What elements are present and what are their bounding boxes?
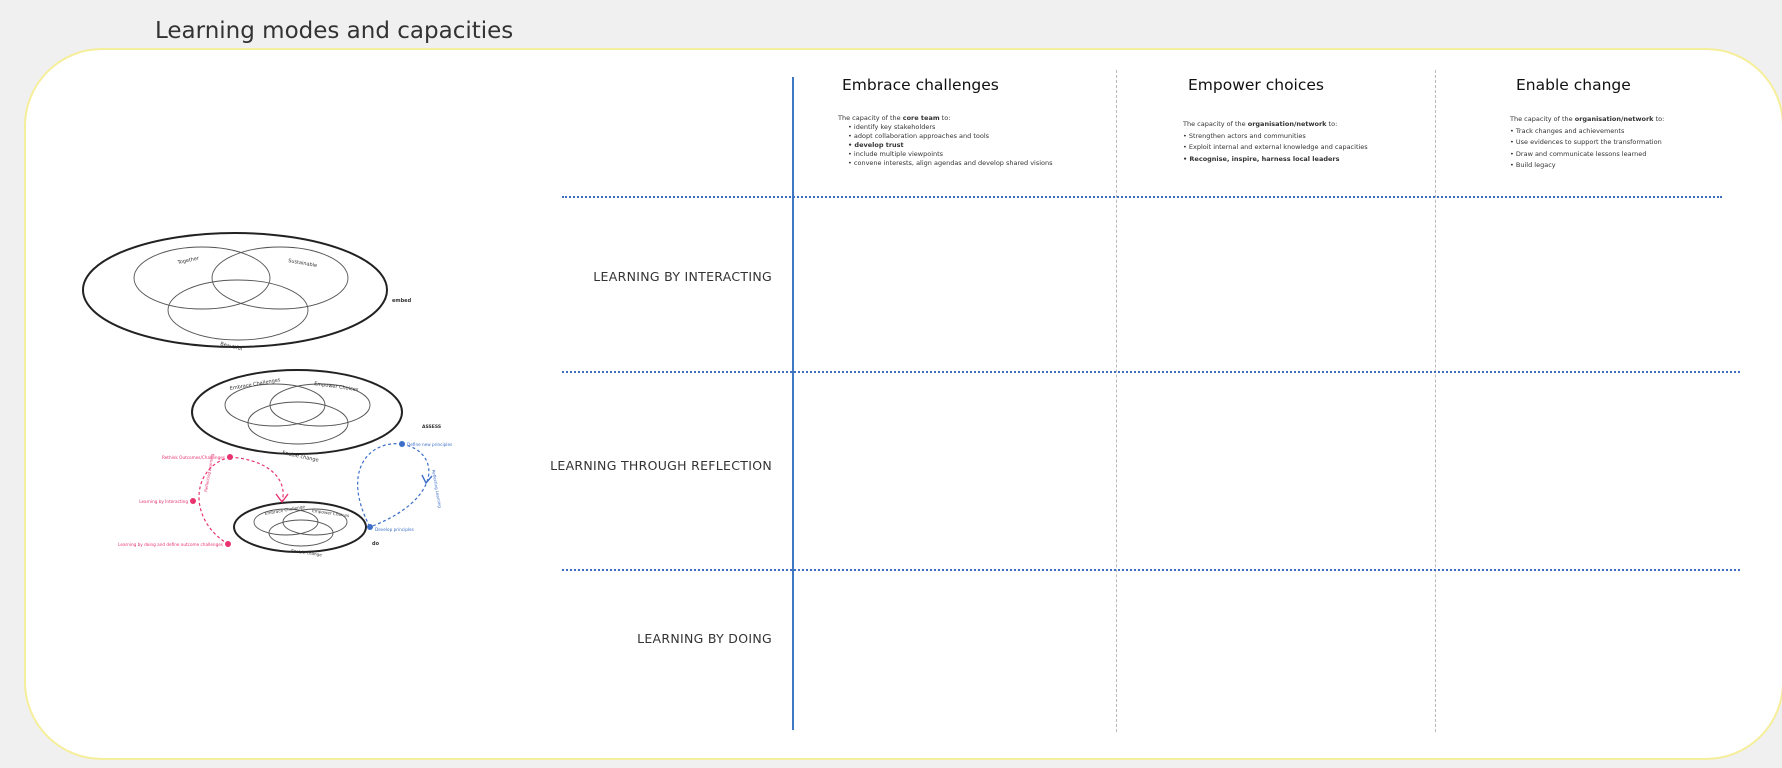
board-title: Learning modes and capacities: [155, 18, 514, 44]
learning-cycle-diagram[interactable]: Together Sustainable Beautiful embed Emb…: [70, 230, 490, 590]
row-label-interacting: LEARNING BY INTERACTING: [593, 269, 772, 284]
list-item: Use evidences to support the transformat…: [1510, 137, 1740, 149]
blue-arc-label: Reflecting Learning: [431, 469, 443, 508]
middle-label-2: Empower Choices: [314, 381, 359, 393]
column-text-embrace: The capacity of the core team to: identi…: [838, 114, 1098, 168]
middle-ellipse-group: Embrace Challenges Empower Choices Enabl…: [191, 369, 441, 464]
list-item: adopt collaboration approaches and tools: [838, 132, 1098, 141]
middle-label-3: Enable change: [282, 450, 319, 464]
list-item: Recognise, inspire, harness local leader…: [1183, 154, 1413, 166]
top-label-3: Beautiful: [220, 341, 243, 352]
bottom-label-3: Enable change: [291, 548, 323, 557]
middle-outer-label: ASSESS: [422, 424, 441, 430]
column-header-enable: Enable change: [1516, 76, 1631, 94]
bottom-outer-label: do: [372, 541, 380, 547]
list-item: Draw and communicate lessons learned: [1510, 149, 1740, 161]
middle-label-1: Embrace Challenges: [229, 377, 281, 392]
pink-cycle: Rethink Outcomes/Challenges Learning by …: [118, 453, 289, 547]
column-intro: The capacity of the core team to:: [838, 114, 951, 122]
pink-label-3: Learning by doing and define outcome cha…: [118, 542, 223, 547]
top-outer-label: embed: [392, 298, 412, 304]
row-divider-3: [562, 569, 1740, 571]
column-intro: The capacity of the organisation/network…: [1510, 115, 1665, 123]
top-label-1: Together: [176, 255, 200, 266]
list-item: Track changes and achievements: [1510, 126, 1740, 138]
list-item: develop trust: [838, 141, 1098, 150]
row-divider-2: [562, 371, 1740, 373]
pink-label-2: Learning by Interacting: [139, 499, 188, 504]
column-header-empower: Empower choices: [1188, 76, 1324, 94]
row-divider-1: [562, 196, 1722, 198]
list-item: Strengthen actors and communities: [1183, 131, 1413, 143]
row-label-reflection: LEARNING THROUGH REFLECTION: [550, 458, 772, 473]
column-divider-1: [1116, 70, 1117, 732]
list-item: Build legacy: [1510, 160, 1740, 172]
board-canvas: Learning modes and capacities Embrace ch…: [0, 0, 1782, 768]
column-header-embrace: Embrace challenges: [842, 76, 999, 94]
row-label-doing: LEARNING BY DOING: [637, 631, 772, 646]
bottom-ellipse-group: Embrace Challenge Empower Choices Enable…: [233, 501, 380, 557]
column-intro: The capacity of the organisation/network…: [1183, 120, 1338, 128]
list-item: include multiple viewpoints: [838, 150, 1098, 159]
blue-cycle: Define new principles Develop principles…: [357, 441, 452, 532]
column-text-enable: The capacity of the organisation/network…: [1510, 114, 1740, 172]
list-item: convene interests, align agendas and dev…: [838, 159, 1098, 168]
list-item: identify key stakeholders: [838, 123, 1098, 132]
bottom-label-2: Empower Choices: [312, 508, 350, 518]
list-item: Exploit internal and external knowledge …: [1183, 142, 1413, 154]
blue-label-2: Develop principles: [375, 527, 414, 532]
top-ellipse-group: Together Sustainable Beautiful embed: [82, 232, 412, 352]
column-text-empower: The capacity of the organisation/network…: [1183, 119, 1413, 165]
column-divider-2: [1435, 70, 1436, 732]
top-label-2: Sustainable: [288, 258, 318, 269]
header-divider-line: [792, 77, 794, 730]
pink-label-1: Rethink Outcomes/Challenges: [162, 455, 225, 460]
blue-label-1: Define new principles: [407, 442, 452, 447]
